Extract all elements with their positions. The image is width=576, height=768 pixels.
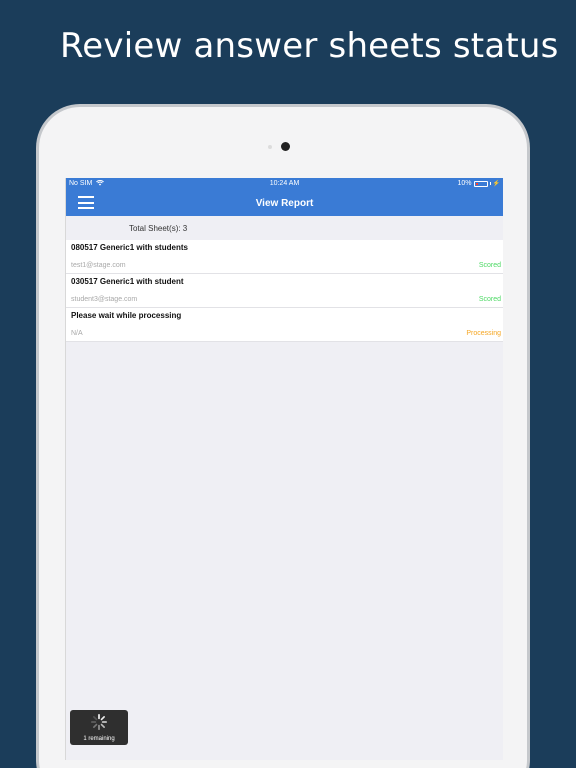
status-bar: No SIM 10:24 AM 10% ⚡ [66, 178, 503, 190]
status-time: 10:24 AM [269, 180, 300, 187]
sheet-title: 080517 Generic1 with students [71, 243, 188, 252]
sheet-title: Please wait while processing [71, 311, 182, 320]
status-badge: Scored [478, 296, 501, 303]
battery-indicator: 10% ⚡ [458, 180, 501, 187]
app-screen: No SIM 10:24 AM 10% ⚡ View Report Total … [65, 178, 503, 760]
sheet-title: 030517 Generic1 with student [71, 277, 184, 286]
upload-progress-toast: 1 remaining [70, 710, 128, 745]
loading-spinner-icon [90, 713, 108, 731]
sheet-email: test1@stage.com [71, 262, 126, 269]
charging-icon: ⚡ [492, 181, 500, 187]
battery-tip [489, 182, 491, 185]
toast-label: 1 remaining [83, 736, 115, 742]
table-row[interactable]: 030517 Generic1 with student student3@st… [66, 274, 503, 308]
status-badge: Scored [478, 262, 501, 269]
marketing-headline: Review answer sheets status [60, 26, 559, 66]
battery-icon [473, 180, 488, 187]
page-title: View Report [255, 198, 314, 209]
table-row[interactable]: Please wait while processing N/A Process… [66, 308, 503, 342]
sheet-email: student3@stage.com [71, 296, 138, 303]
camera-icon [281, 142, 290, 151]
table-row[interactable]: 080517 Generic1 with students test1@stag… [66, 240, 503, 274]
sensor-dot [268, 145, 272, 149]
nav-bar: View Report [66, 190, 503, 216]
sheet-list: 080517 Generic1 with students test1@stag… [66, 240, 503, 342]
status-badge: Processing [466, 330, 501, 337]
battery-percent: 10% [457, 180, 472, 187]
sheet-email: N/A [71, 330, 83, 337]
total-sheets-count: Total Sheet(s): 3 [66, 216, 503, 240]
